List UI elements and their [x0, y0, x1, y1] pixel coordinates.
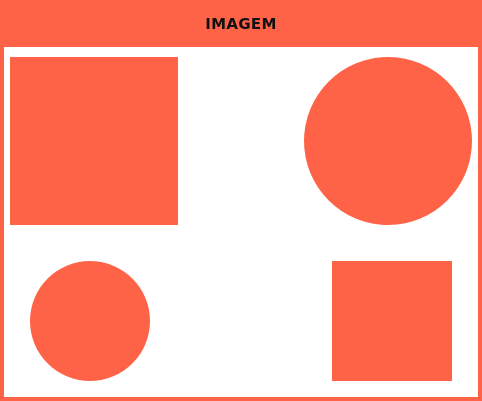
page-title: IMAGEM: [205, 14, 277, 33]
large-square-shape: [10, 57, 178, 225]
small-square-shape: [332, 261, 452, 381]
small-circle-shape: [30, 261, 150, 381]
header-bar: IMAGEM: [0, 0, 482, 47]
large-circle-shape: [304, 57, 472, 225]
